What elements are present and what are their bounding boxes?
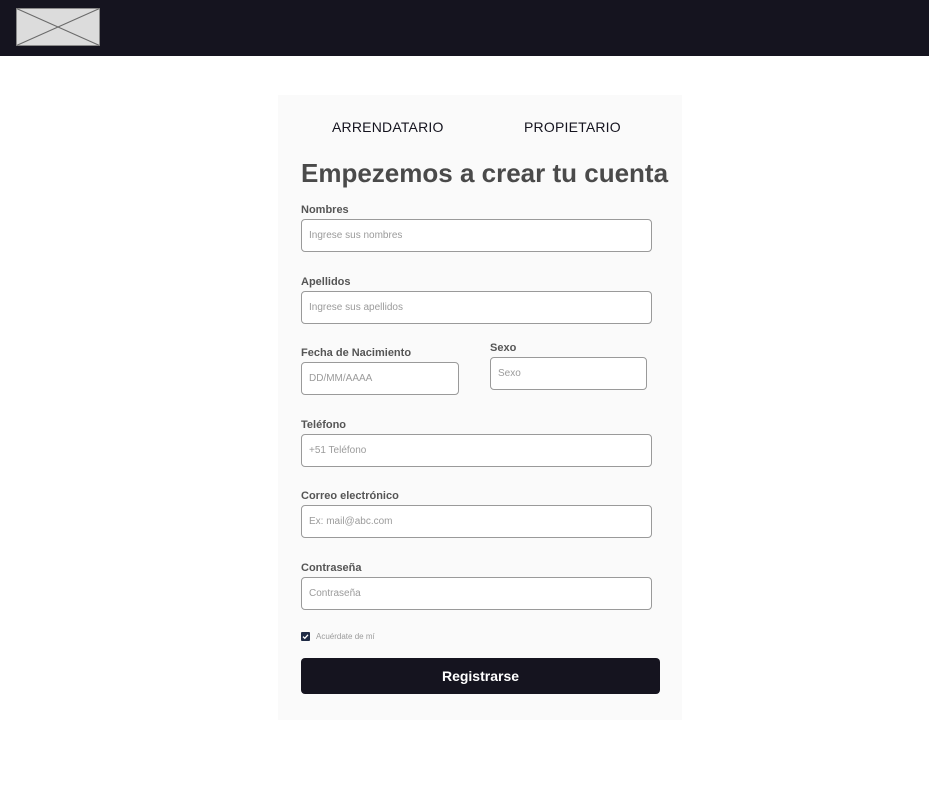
- nombres-input[interactable]: [301, 219, 652, 252]
- image-placeholder-icon: [16, 8, 100, 46]
- sexo-label: Sexo: [490, 342, 517, 354]
- top-bar: [0, 0, 929, 56]
- fecha-nacimiento-label: Fecha de Nacimiento: [301, 347, 412, 359]
- tab-propietario[interactable]: PROPIETARIO: [524, 119, 621, 135]
- correo-label: Correo electrónico: [301, 490, 399, 502]
- tab-arrendatario[interactable]: ARRENDATARIO: [332, 119, 444, 135]
- correo-input[interactable]: [301, 505, 652, 538]
- telefono-input[interactable]: [301, 434, 652, 467]
- apellidos-input[interactable]: [301, 291, 652, 324]
- apellidos-label: Apellidos: [301, 276, 351, 288]
- nombres-label: Nombres: [301, 204, 349, 216]
- sexo-input[interactable]: [490, 357, 647, 390]
- telefono-label: Teléfono: [301, 419, 347, 431]
- form-title: Empezemos a crear tu cuenta: [301, 158, 669, 188]
- checkmark-icon: [302, 634, 309, 640]
- contrasena-label: Contraseña: [301, 562, 362, 574]
- remember-checkbox[interactable]: [301, 632, 310, 641]
- fecha-nacimiento-input[interactable]: [301, 362, 459, 395]
- contrasena-input[interactable]: [301, 577, 652, 610]
- remember-label: Acuérdate de mí: [316, 632, 375, 641]
- register-button[interactable]: Registrarse: [301, 658, 660, 694]
